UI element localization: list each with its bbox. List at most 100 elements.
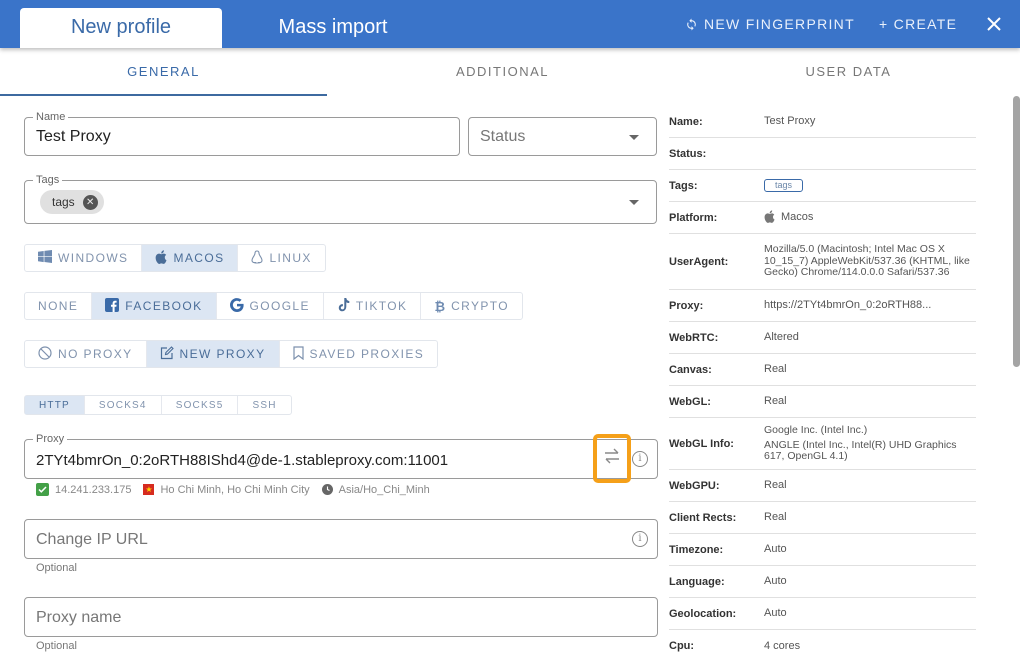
close-button[interactable] — [986, 0, 1002, 48]
summary-row-webgl: WebGL: Real — [669, 386, 976, 418]
template-google-label: GOOGLE — [249, 299, 310, 313]
create-button[interactable]: + CREATE — [879, 0, 957, 48]
change-ip-url-input[interactable]: Change IP URL — [36, 531, 148, 549]
check-icon — [36, 483, 49, 496]
bitcoin-icon: ₿ — [434, 298, 446, 314]
template-none[interactable]: NONE — [25, 293, 93, 319]
summary-row-geolocation: Geolocation: Auto — [669, 598, 976, 630]
tab-additional[interactable]: ADDITIONAL — [339, 48, 666, 96]
proxy-mode-saved[interactable]: SAVED PROXIES — [280, 341, 438, 367]
template-tiktok-label: TIKTOK — [355, 299, 408, 313]
template-selector: NONE FACEBOOK GOOGLE TIKTOK ₿ CRYPTO — [24, 292, 524, 320]
change-ip-url-field[interactable]: Change IP URL i — [24, 519, 658, 559]
summary-value: Google Inc. (Intel Inc.) — [764, 423, 868, 436]
summary-key: WebGL Info: — [669, 437, 734, 450]
template-facebook[interactable]: FACEBOOK — [92, 293, 217, 319]
summary-key: Client Rects: — [669, 511, 737, 524]
proxy-ip: 14.241.233.175 — [55, 483, 132, 496]
summary-row-webgpu: WebGPU: Real — [669, 470, 976, 502]
summary-row-cpu: Cpu: 4 cores — [669, 630, 976, 662]
name-field-label: Name — [33, 110, 69, 124]
tags-field-label: Tags — [33, 173, 63, 187]
name-input[interactable]: Test Proxy — [36, 128, 111, 146]
template-google[interactable]: GOOGLE — [217, 293, 324, 319]
tab-mass-import[interactable]: Mass import — [232, 8, 434, 48]
proxy-type-selector: HTTP SOCKS4 SOCKS5 SSH — [24, 395, 292, 415]
summary-row-status: Status: — [669, 138, 976, 170]
scrollbar-thumb[interactable] — [1013, 96, 1020, 367]
active-tab-indicator — [0, 94, 327, 96]
apple-icon — [155, 249, 167, 267]
summary-value: Real — [764, 479, 787, 491]
new-fingerprint-button[interactable]: NEW FINGERPRINT — [685, 0, 855, 48]
proxy-format-swap-button[interactable] — [593, 434, 631, 483]
summary-key: Status: — [669, 147, 707, 160]
summary-row-client-rects: Client Rects: Real — [669, 502, 976, 534]
change-ip-url-hint: Optional — [36, 562, 77, 574]
summary-value: Test Proxy — [764, 115, 816, 127]
name-field[interactable]: Name Test Proxy — [24, 110, 460, 156]
proxy-type-socks5[interactable]: SOCKS5 — [162, 396, 239, 414]
proxy-input[interactable]: 2TYt4bmrOn_0:2oRTH88IShd4@de-1.stablepro… — [36, 452, 448, 469]
summary-value: 4 cores — [764, 639, 801, 652]
summary-value: Auto — [764, 575, 787, 587]
proxy-name-hint: Optional — [36, 640, 77, 652]
template-facebook-label: FACEBOOK — [125, 299, 203, 313]
summary-row-name: Name: Test Proxy — [669, 106, 976, 138]
proxy-info-icon[interactable]: i — [632, 451, 648, 467]
summary-key: WebRTC: — [669, 331, 719, 344]
tab-user-data[interactable]: USER DATA — [685, 48, 1012, 96]
edit-icon — [160, 345, 174, 363]
proxy-name-input[interactable]: Proxy name — [36, 609, 121, 627]
google-icon — [229, 297, 244, 315]
proxy-location: Ho Chi Minh, Ho Chi Minh City — [160, 483, 310, 496]
summary-key: Language: — [669, 575, 725, 588]
summary-value: https://2TYt4bmrOn_0:2oRTH88... — [764, 299, 932, 311]
platform-linux[interactable]: LINUX — [238, 245, 324, 271]
proxy-mode-none[interactable]: NO PROXY — [25, 341, 147, 367]
block-icon — [38, 345, 52, 363]
platform-windows[interactable]: WINDOWS — [25, 245, 143, 271]
summary-key: Cpu: — [669, 640, 695, 652]
summary-key: Timezone: — [669, 543, 724, 556]
proxy-type-socks4[interactable]: SOCKS4 — [85, 396, 162, 414]
summary-key: WebGL: — [669, 395, 711, 408]
summary-key: Canvas: — [669, 363, 712, 376]
summary-tag-badge: tags — [764, 179, 804, 192]
proxy-name-field[interactable]: Proxy name — [24, 597, 658, 637]
remove-tag-icon[interactable]: ✕ — [82, 194, 98, 210]
template-none-label: NONE — [38, 299, 79, 313]
tag-chip-label: tags — [52, 195, 75, 209]
tab-general[interactable]: GENERAL — [0, 48, 327, 96]
template-crypto[interactable]: ₿ CRYPTO — [421, 293, 522, 319]
platform-selector: WINDOWS MACOS LINUX — [24, 244, 326, 272]
status-select[interactable]: Status — [468, 117, 657, 156]
summary-value: Real — [764, 395, 787, 407]
create-label: + CREATE — [879, 16, 958, 32]
proxy-mode-new[interactable]: NEW PROXY — [146, 341, 280, 367]
summary-value: Real — [764, 363, 787, 375]
apple-icon — [764, 209, 775, 226]
proxy-field[interactable]: Proxy 2TYt4bmrOn_0:2oRTH88IShd4@de-1.sta… — [24, 432, 658, 479]
summary-row-timezone: Timezone: Auto — [669, 534, 976, 566]
refresh-icon — [685, 18, 698, 31]
proxy-type-ssh[interactable]: SSH — [238, 396, 290, 414]
proxy-mode-selector: NO PROXY NEW PROXY SAVED PROXIES — [24, 340, 439, 368]
section-tabs: GENERAL ADDITIONAL USER DATA — [0, 48, 1020, 96]
change-ip-info-icon[interactable]: i — [632, 531, 648, 547]
platform-windows-label: WINDOWS — [58, 251, 129, 265]
proxy-check-info: 14.241.233.175 ★ Ho Chi Minh, Ho Chi Min… — [36, 483, 442, 496]
summary-key: Platform: — [669, 211, 718, 224]
tab-new-profile[interactable]: New profile — [20, 8, 222, 48]
template-tiktok[interactable]: TIKTOK — [324, 293, 422, 319]
platform-macos-label: MACOS — [173, 251, 225, 265]
platform-macos[interactable]: MACOS — [142, 245, 239, 271]
summary-key: Tags: — [669, 179, 698, 192]
close-icon — [986, 16, 1002, 32]
clock-icon — [321, 484, 333, 495]
summary-row-platform: Platform: Macos — [669, 202, 976, 234]
facebook-icon — [105, 297, 120, 315]
proxy-type-http[interactable]: HTTP — [25, 396, 85, 414]
summary-key: Proxy: — [669, 299, 704, 312]
tags-select[interactable]: Tags tags ✕ — [24, 173, 657, 224]
